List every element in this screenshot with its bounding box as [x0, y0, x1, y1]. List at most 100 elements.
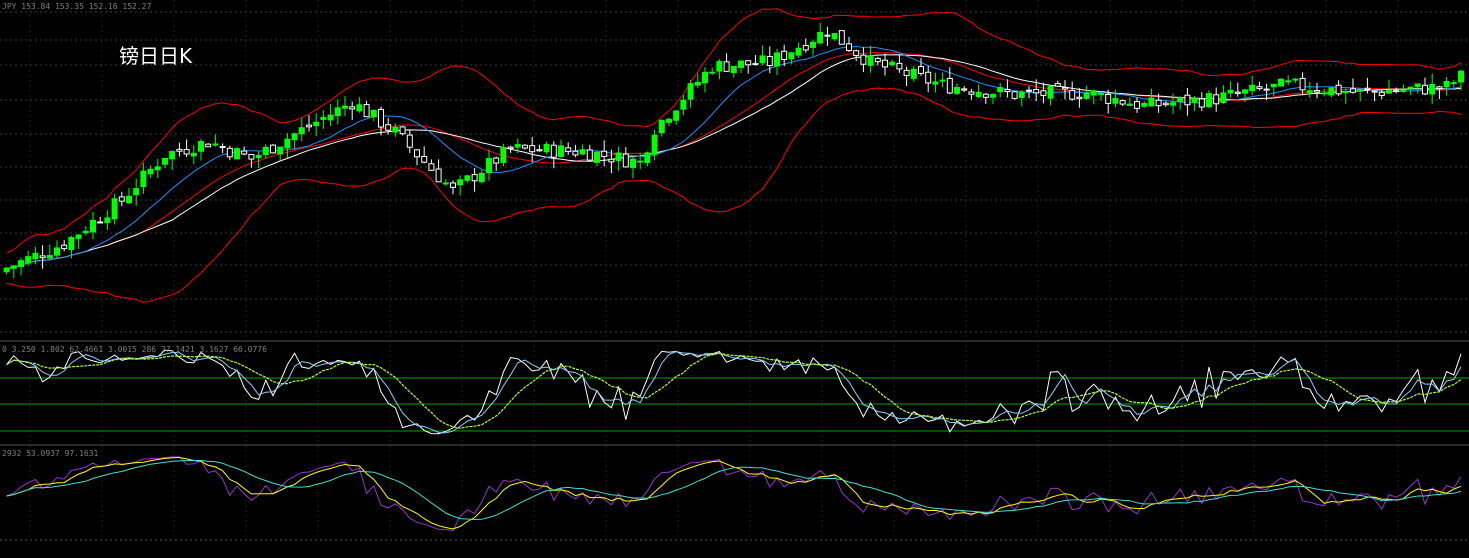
- candle-body: [183, 149, 190, 155]
- candle-body: [990, 93, 996, 98]
- candle-body: [442, 182, 449, 185]
- candle-body: [759, 55, 766, 64]
- candle-body: [601, 150, 608, 157]
- candle-body: [241, 150, 248, 155]
- candle-body: [284, 138, 291, 149]
- candle-body: [392, 126, 399, 133]
- candle-body: [1364, 87, 1371, 91]
- candle-body: [1119, 100, 1126, 105]
- candle-body: [298, 127, 305, 135]
- candle-body: [882, 59, 888, 68]
- candle-body: [1026, 89, 1032, 92]
- candle-body: [687, 83, 694, 100]
- candle-body: [975, 91, 982, 97]
- candle-body: [234, 148, 240, 160]
- stochastic-slow-line: [6, 352, 1462, 429]
- candle-body: [205, 143, 212, 148]
- candle-body: [1335, 84, 1342, 95]
- candle-body: [594, 151, 600, 163]
- candle-body: [1206, 93, 1212, 108]
- candle-body: [658, 119, 665, 134]
- candle-body: [954, 86, 960, 94]
- candle-body: [896, 62, 903, 70]
- candle-body: [968, 91, 975, 95]
- ma-fast-line: [6, 45, 1462, 269]
- candle-body: [1249, 84, 1256, 92]
- candle-body: [320, 116, 327, 120]
- candle-body: [1342, 91, 1349, 94]
- candle-body: [752, 63, 759, 66]
- candle-body: [25, 256, 32, 264]
- candle-body: [1285, 80, 1292, 83]
- candle-body: [1270, 83, 1277, 88]
- candle-body: [349, 106, 356, 110]
- candle-body: [500, 147, 507, 163]
- candle-body: [550, 144, 557, 158]
- candle-body: [860, 54, 867, 65]
- candle-body: [723, 61, 730, 72]
- candle-body: [1083, 92, 1090, 99]
- candle-body: [471, 174, 478, 182]
- candle-body: [10, 265, 17, 269]
- candle-body: [435, 168, 442, 183]
- candle-body: [644, 152, 651, 164]
- candle-body: [1371, 90, 1378, 93]
- candle-body: [1328, 87, 1335, 96]
- candle-body: [262, 146, 269, 156]
- candle-body: [1047, 85, 1054, 99]
- candle-body: [1422, 84, 1428, 95]
- candle-body: [1357, 89, 1364, 92]
- candle-body: [370, 109, 377, 118]
- candle-body: [1386, 90, 1392, 94]
- candle-body: [831, 32, 838, 40]
- candle-body: [1004, 89, 1011, 93]
- candle-body: [291, 133, 298, 141]
- candle-body: [673, 110, 680, 121]
- candle-body: [615, 152, 622, 161]
- candle-body: [1191, 97, 1198, 103]
- candle-body: [1090, 90, 1097, 96]
- candle-body: [457, 179, 464, 186]
- candle-body: [932, 81, 939, 85]
- candle-body: [1436, 86, 1443, 90]
- rsi-panel-header: 2932 53.0937 97.1631: [2, 449, 99, 458]
- candle-body: [565, 147, 572, 152]
- candle-body: [1429, 83, 1436, 95]
- candle-body: [414, 149, 420, 158]
- candle-body: [32, 252, 39, 260]
- candle-body: [1018, 91, 1025, 99]
- bollinger-middle-line: [6, 52, 1462, 269]
- candle-body: [255, 154, 262, 159]
- candle-body: [342, 105, 348, 109]
- candle-body: [75, 234, 82, 239]
- candle-body: [1314, 89, 1320, 93]
- candle-body: [608, 158, 615, 163]
- stochastic-signal-line: [6, 351, 1462, 434]
- candle-body: [738, 60, 744, 68]
- candle-body: [118, 196, 125, 202]
- candle-body: [1126, 103, 1133, 106]
- candle-body: [421, 156, 428, 163]
- candle-body: [133, 188, 140, 196]
- bollinger-lower-line: [6, 87, 1462, 304]
- candle-body: [810, 41, 816, 48]
- candle-body: [680, 99, 687, 110]
- candle-body: [1263, 88, 1270, 91]
- candle-body: [248, 154, 255, 160]
- candle-body: [637, 160, 644, 163]
- candle-body: [622, 153, 629, 168]
- candle-body: [385, 124, 392, 131]
- candle-body: [846, 43, 852, 52]
- candle-body: [478, 172, 485, 183]
- candle-body: [1177, 97, 1184, 103]
- candle-body: [1076, 96, 1083, 100]
- candle-body: [327, 114, 334, 121]
- candle-body: [1184, 94, 1191, 106]
- candle-body: [946, 77, 953, 94]
- candle-body: [378, 108, 384, 128]
- candle-body: [716, 61, 723, 72]
- candle-body: [997, 87, 1004, 93]
- candle-body: [874, 57, 881, 63]
- candle-body: [162, 157, 168, 165]
- candle-body: [925, 71, 932, 84]
